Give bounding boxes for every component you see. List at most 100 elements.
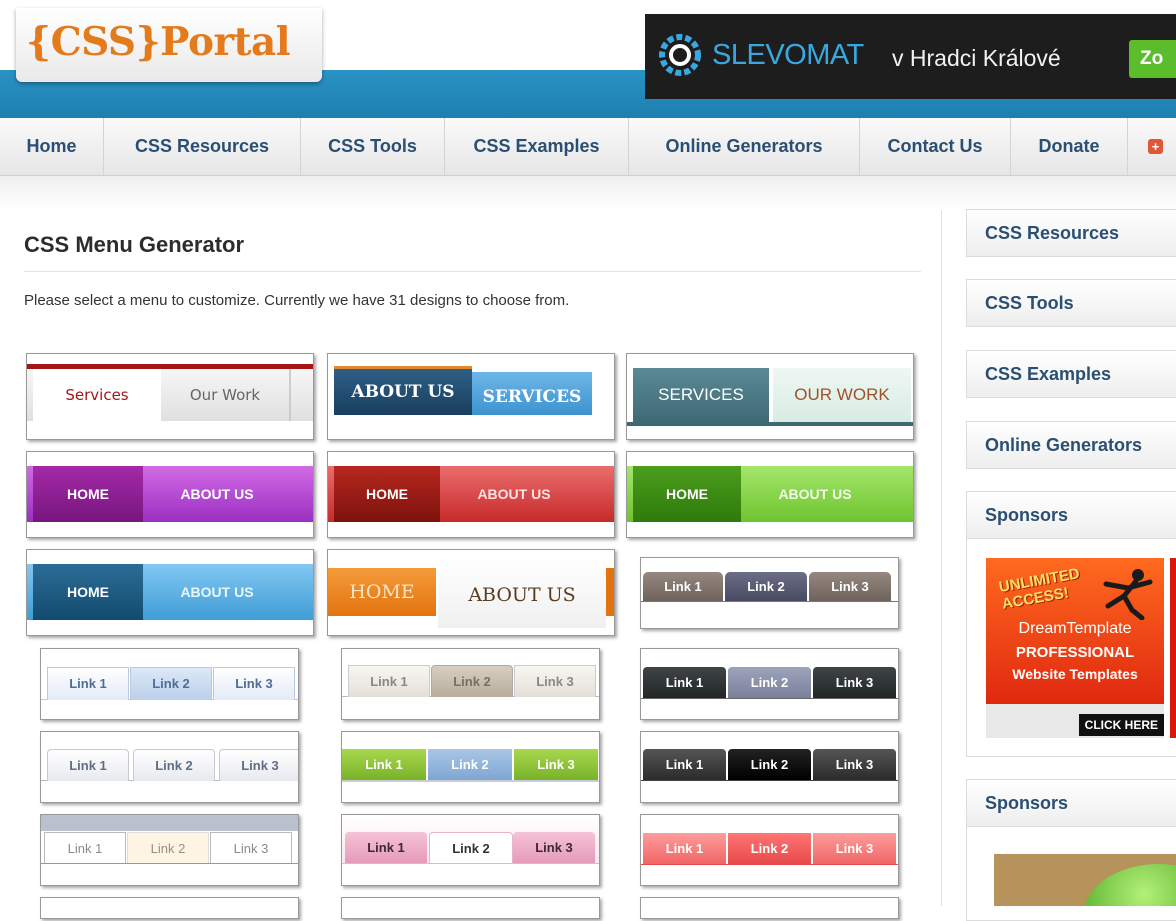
- menu-tab: HOME: [33, 564, 143, 620]
- sponsors-title-2: Sponsors: [985, 793, 1069, 813]
- menu-tab: Link 2: [431, 665, 513, 697]
- sponsors-header: Sponsors: [967, 492, 1176, 539]
- nav-donate[interactable]: Donate: [1011, 118, 1128, 175]
- menu-tab: Link 1: [47, 749, 129, 781]
- ad-templates-line: Website Templates: [1012, 666, 1138, 682]
- menu-tab: ABOUT US: [438, 558, 606, 628]
- menu-tab: ABOUT US: [334, 366, 472, 415]
- sidebar-link-label: CSS Tools: [985, 293, 1074, 313]
- sidebar-link-label: CSS Resources: [985, 223, 1120, 243]
- menu-tab: Our Work: [189, 386, 261, 404]
- menu-thumb-8[interactable]: HOME ABOUT US: [327, 549, 615, 636]
- ad-headline: UNLIMITED ACCESS!: [997, 565, 1082, 613]
- sidebar-link-css-examples[interactable]: CSS Examples: [966, 350, 1176, 398]
- sidebar-link-label: Online Generators: [985, 435, 1143, 455]
- nav-contact-us[interactable]: Contact Us: [860, 118, 1011, 175]
- menu-tab: Link 3: [813, 833, 896, 864]
- menu-thumb-19[interactable]: [40, 897, 299, 919]
- menu-tab: OUR WORK: [773, 368, 911, 422]
- menu-tab: Link 3: [213, 667, 295, 700]
- menu-thumb-11[interactable]: Link 1 Link 2 Link 3: [341, 648, 600, 720]
- site-logo[interactable]: {CSS}Portal: [16, 8, 322, 82]
- menu-tab: Link 3: [513, 832, 595, 863]
- nav-shadow: [0, 176, 1176, 210]
- menu-thumb-18[interactable]: Link 1 Link 2 Link 3: [640, 814, 899, 886]
- menu-tab: ABOUT US: [477, 486, 551, 502]
- menu-tab: Link 1: [348, 665, 430, 697]
- menu-thumb-16[interactable]: Link 1 Link 2 Link 3: [40, 814, 299, 886]
- ad-cta-button[interactable]: Zo: [1129, 40, 1176, 78]
- menu-thumb-10[interactable]: Link 1 Link 2 Link 3: [40, 648, 299, 720]
- menu-thumb-6[interactable]: HOME ABOUT US: [626, 451, 914, 538]
- menu-thumb-21[interactable]: [640, 897, 899, 919]
- runner-icon: [1103, 569, 1153, 620]
- sidebar-link-online-generators[interactable]: Online Generators: [966, 421, 1176, 469]
- site-header: {CSS}Portal SLEVOMAT v Hradci Králové Zo: [0, 0, 1176, 118]
- menu-thumb-3[interactable]: SERVICES OUR WORK: [626, 353, 914, 440]
- nav-home[interactable]: Home: [0, 118, 104, 175]
- ad-city: v Hradci Králové: [892, 45, 1061, 71]
- sponsor-ad-2[interactable]: [994, 854, 1176, 906]
- menu-tab: Services: [33, 369, 161, 421]
- menu-thumb-14[interactable]: Link 1 Link 2 Link 3: [341, 731, 600, 803]
- menu-thumb-2[interactable]: ABOUT US SERVICES: [327, 353, 615, 440]
- menu-thumb-7[interactable]: HOME ABOUT US: [26, 549, 314, 636]
- menu-tab: Link 3: [813, 749, 896, 780]
- menu-tab: Link 2: [428, 749, 512, 780]
- logo-text: {CSS}Portal: [26, 19, 291, 65]
- menu-tab: Link 2: [429, 832, 513, 864]
- menu-tab: ABOUT US: [180, 486, 254, 502]
- gear-logo-icon: [659, 34, 701, 76]
- sponsors-title: Sponsors: [985, 505, 1069, 525]
- menu-tab: Link 1: [643, 667, 726, 698]
- menu-tab: HOME: [334, 466, 440, 522]
- menu-thumb-12[interactable]: Link 1 Link 2 Link 3: [640, 648, 899, 720]
- menu-tab: Link 1: [643, 833, 726, 864]
- ad-brand: SLEVOMAT: [712, 39, 864, 71]
- sidebar-link-css-resources[interactable]: CSS Resources: [966, 209, 1176, 257]
- menu-tab: Link 3: [809, 572, 891, 601]
- menu-tab: ABOUT US: [778, 486, 852, 502]
- sidebar-link-label: CSS Examples: [985, 364, 1112, 384]
- ad-professional-line: PROFESSIONAL: [1015, 644, 1135, 661]
- plus-icon[interactable]: +: [1148, 139, 1163, 154]
- menu-tab: ABOUT US: [180, 584, 254, 600]
- menu-thumb-17[interactable]: Link 1 Link 2 Link 3: [341, 814, 600, 886]
- nav-online-generators[interactable]: Online Generators: [629, 118, 860, 175]
- menu-tab: Link 1: [44, 832, 126, 864]
- menu-tab: Link 3: [813, 667, 896, 698]
- page-title: CSS Menu Generator: [24, 232, 245, 257]
- menu-tab: SERVICES: [633, 368, 769, 422]
- menu-tab: SERVICES: [472, 372, 592, 415]
- menu-tab: Link 3: [514, 749, 598, 780]
- menu-tab: Link 2: [725, 572, 807, 601]
- menu-tab: Link 2: [130, 667, 212, 700]
- menu-tab: HOME: [328, 568, 436, 616]
- menu-tab: Link 2: [728, 749, 811, 780]
- menu-thumb-9[interactable]: Link 1 Link 2 Link 3: [640, 557, 899, 629]
- dreamtemplate-ad[interactable]: UNLIMITED ACCESS! DreamTemplate PROFESSIO…: [986, 558, 1164, 738]
- menu-tab: Link 1: [342, 749, 426, 780]
- nav-css-resources[interactable]: CSS Resources: [104, 118, 301, 175]
- ad-edge: [1170, 558, 1176, 738]
- sidebar-link-css-tools[interactable]: CSS Tools: [966, 279, 1176, 327]
- menu-thumb-15[interactable]: Link 1 Link 2 Link 3: [640, 731, 899, 803]
- menu-tab: Link 1: [643, 749, 726, 780]
- menu-tab: Link 3: [210, 832, 292, 864]
- menu-tab: Link 2: [728, 833, 811, 864]
- menu-tab: HOME: [633, 466, 741, 522]
- ad-click-here-button[interactable]: CLICK HERE: [1078, 714, 1164, 736]
- menu-tab: Link 3: [219, 749, 298, 781]
- menu-thumb-5[interactable]: HOME ABOUT US: [327, 451, 615, 538]
- menu-tab: HOME: [33, 466, 143, 522]
- menu-thumb-13[interactable]: Link 1 Link 2 Link 3: [40, 731, 299, 803]
- menu-thumb-20[interactable]: [341, 897, 600, 919]
- nav-css-tools[interactable]: CSS Tools: [301, 118, 445, 175]
- menu-tab: Link 3: [514, 665, 596, 697]
- title-divider: [24, 271, 921, 272]
- menu-thumb-1[interactable]: Services Our Work: [26, 353, 314, 440]
- menu-thumb-4[interactable]: HOME ABOUT US: [26, 451, 314, 538]
- header-ad-banner[interactable]: SLEVOMAT v Hradci Králové Zo: [645, 14, 1176, 99]
- nav-css-examples[interactable]: CSS Examples: [445, 118, 629, 175]
- menu-tab: Link 2: [133, 749, 215, 781]
